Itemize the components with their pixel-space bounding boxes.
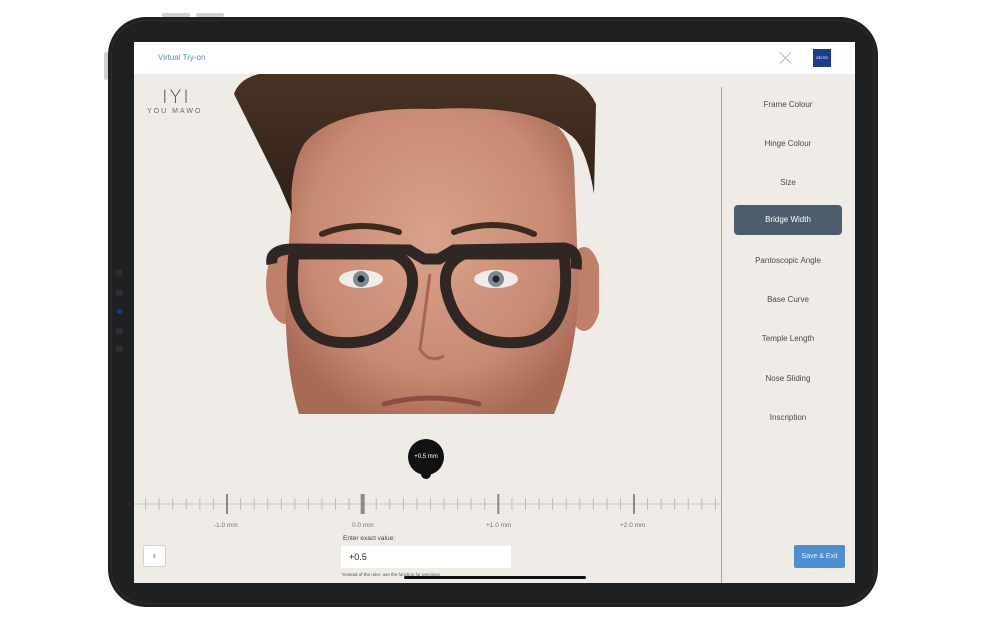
panel-divider xyxy=(721,87,722,583)
camera-dot xyxy=(117,309,122,314)
camera-dot xyxy=(115,327,123,335)
camera-dot xyxy=(115,289,123,297)
exact-value-label: Enter exact value: xyxy=(343,535,396,542)
home-indicator xyxy=(404,576,586,579)
brand-mark: IYI xyxy=(162,86,191,108)
face-preview xyxy=(234,71,602,414)
menu-item-pantoscopic-angle[interactable]: Pantoscopic Angle xyxy=(734,246,842,276)
camera-dot xyxy=(115,269,123,277)
menu-item-base-curve[interactable]: Base Curve xyxy=(734,285,842,315)
menu-item-temple-length[interactable]: Temple Length xyxy=(734,324,842,354)
menu-item-bridge-width[interactable]: Bridge Width xyxy=(734,205,842,235)
menu-item-frame-colour[interactable]: Frame Colour xyxy=(734,90,842,120)
save-exit-button[interactable]: Save & Exit xyxy=(794,545,845,568)
app-title: Virtual Try-on xyxy=(158,53,206,62)
brand-name: YOU MAWO xyxy=(147,108,203,115)
menu-item-nose-sliding[interactable]: Nose Sliding xyxy=(734,364,842,394)
exact-value-input[interactable] xyxy=(341,546,511,568)
right-pupil xyxy=(492,275,500,283)
ruler-label: -1.0 mm xyxy=(214,522,238,529)
value-indicator-bubble: +0.5 mm xyxy=(408,439,444,479)
top-bar: Virtual Try-on ZEISS xyxy=(134,42,855,74)
ruler-label: +2.0 mm xyxy=(620,522,646,529)
zeiss-logo: ZEISS xyxy=(813,49,831,67)
ruler-label: 0.0 mm xyxy=(352,522,374,529)
chevron-left-icon: ‹ xyxy=(152,550,157,562)
left-pupil xyxy=(357,275,365,283)
menu-item-inscription[interactable]: Inscription xyxy=(734,403,842,433)
menu-item-size[interactable]: Size xyxy=(734,168,842,198)
camera-dot xyxy=(115,345,123,353)
back-button[interactable]: ‹ xyxy=(143,545,166,567)
face-with-glasses-image xyxy=(234,71,602,414)
close-icon[interactable] xyxy=(776,48,796,68)
app-screen: Virtual Try-on ZEISS IYI YOU MAWO +0.5 m… xyxy=(134,42,855,583)
menu-item-hinge-colour[interactable]: Hinge Colour xyxy=(734,129,842,159)
ruler-label: +1.0 mm xyxy=(486,522,512,529)
